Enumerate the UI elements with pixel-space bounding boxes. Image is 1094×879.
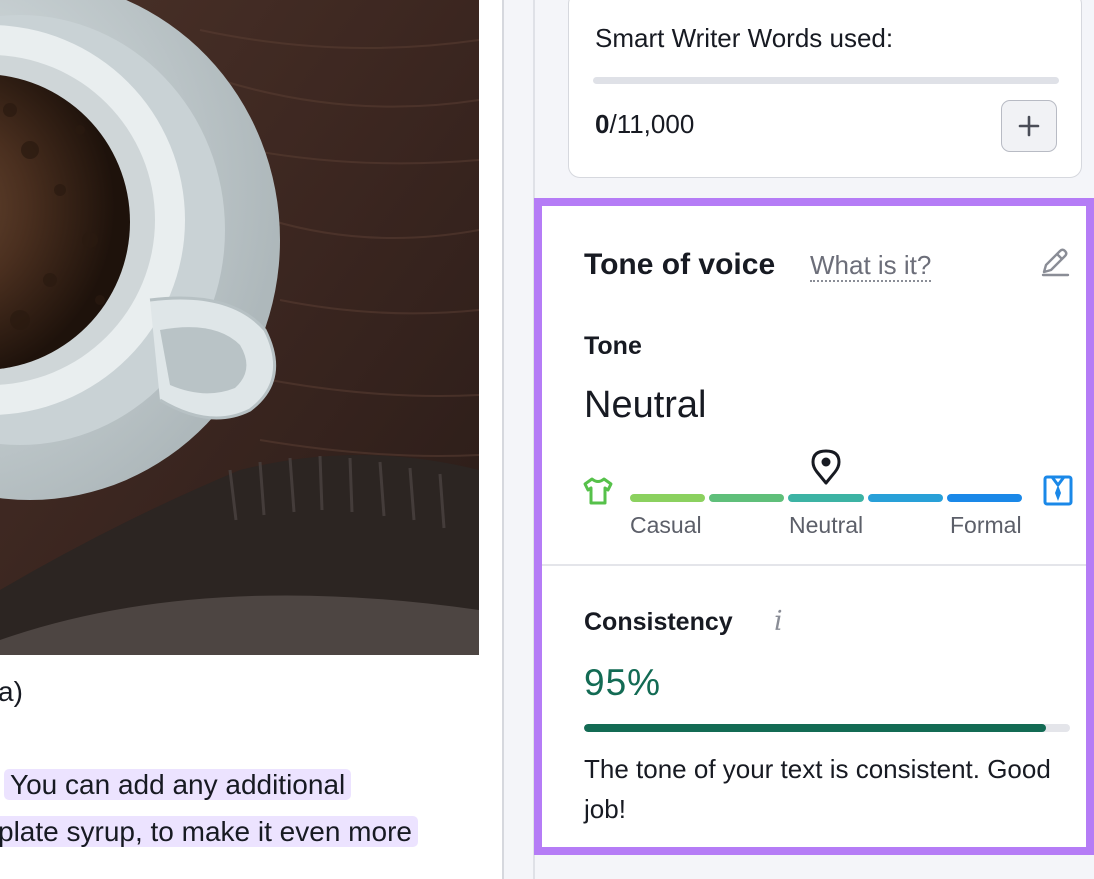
editor-text-line[interactable]: a)	[0, 672, 23, 712]
tone-heading: Tone of voice	[584, 248, 776, 281]
tone-scale-segment	[630, 494, 706, 502]
tone-scale	[630, 494, 1022, 502]
tone-scale-segment	[788, 494, 864, 502]
add-words-button[interactable]	[1001, 100, 1057, 152]
tone-scale-segment	[946, 494, 1022, 502]
consistency-label: Consistency	[584, 608, 733, 636]
words-used: 0	[595, 109, 610, 139]
word-usage-title: Smart Writer Words used:	[595, 23, 894, 53]
pencil-icon[interactable]	[1038, 244, 1072, 278]
tone-scale-segment	[709, 494, 785, 502]
consistency-progress-fill	[584, 724, 1046, 732]
tshirt-icon	[583, 477, 613, 505]
tone-label: Tone	[584, 332, 642, 360]
consistency-message: The tone of your text is consistent. Goo…	[584, 754, 1051, 824]
location-pin-icon	[811, 449, 841, 485]
tone-scale-segment	[867, 494, 943, 502]
tone-of-voice-panel: Tone of voice What is it? Tone Neutral C…	[534, 198, 1094, 855]
plus-icon	[1018, 115, 1040, 137]
word-usage-progress	[593, 77, 1059, 84]
word-usage-count: 0/11,000	[595, 109, 694, 140]
word-usage-card: Smart Writer Words used: 0/11,000	[568, 0, 1082, 178]
consistency-progress	[584, 724, 1070, 732]
editor-text-line[interactable]: You can add any additional	[4, 765, 352, 805]
editor-text-line[interactable]: plate syrup, to make it even more	[0, 812, 418, 852]
scale-label-neutral: Neutral	[789, 512, 864, 538]
words-limit: /11,000	[609, 109, 695, 139]
highlighted-text[interactable]: You can add any additional	[4, 769, 352, 800]
info-icon[interactable]: i	[774, 606, 783, 637]
tone-value: Neutral	[584, 384, 707, 426]
consistency-value: 95%	[584, 662, 662, 703]
scale-label-formal: Formal	[950, 512, 1022, 538]
what-is-it-link[interactable]: What is it?	[810, 250, 932, 282]
scale-label-casual: Casual	[630, 512, 702, 538]
editor-area[interactable]: a) You can add any additional plate syru…	[0, 0, 502, 879]
section-divider	[542, 564, 1086, 566]
shirt-tie-icon	[1043, 475, 1073, 506]
highlighted-text[interactable]: plate syrup, to make it even more	[0, 816, 418, 847]
coffee-cup-image	[0, 0, 479, 655]
